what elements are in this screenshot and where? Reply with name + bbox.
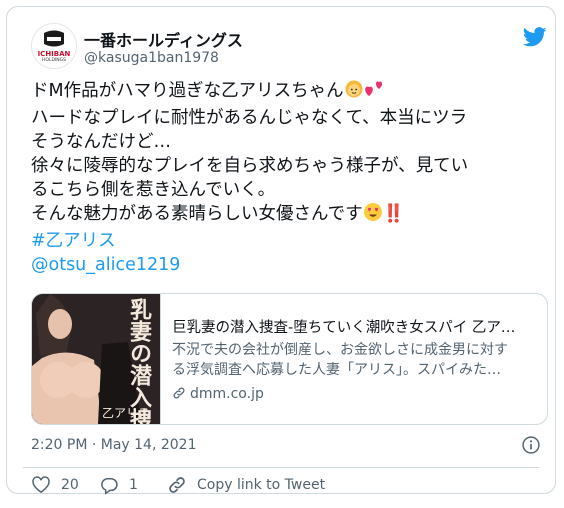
- author-display-name[interactable]: 一番ホールディングス: [84, 27, 243, 51]
- reply-button[interactable]: 1: [99, 473, 138, 497]
- link-preview-thumbnail[interactable]: 乳妻の潜入捜 乙アリス: [32, 294, 161, 424]
- blonde-person-emoji-icon: [344, 79, 364, 106]
- reply-count: 1: [129, 477, 138, 493]
- tweet-line-6-text: そんな魅力がある素晴らしい女優さんです: [31, 204, 363, 224]
- avatar[interactable]: ICHIBAN HOLDINGS: [31, 23, 77, 69]
- info-icon[interactable]: [521, 435, 541, 455]
- like-button[interactable]: 20: [31, 473, 79, 497]
- like-count: 20: [61, 477, 79, 493]
- double-exclamation-emoji: ‼️: [382, 204, 405, 224]
- tweet-line-1: ドM作品がハマり過ぎな乙アリスちゃん: [31, 79, 551, 106]
- tweet-timestamp[interactable]: 2:20 PM · May 14, 2021: [31, 437, 197, 453]
- tweet-line-2: ハードなプレイに耐性があるんじゃなくて、本当にツラ: [31, 108, 468, 128]
- link-preview-domain[interactable]: dmm.co.jp: [172, 386, 264, 402]
- divider: [23, 467, 539, 468]
- link-preview-description: 不況で夫の会社が倒産し、お金欲しさに成金男に対す る浮気調査へ応募した人妻「アリ…: [172, 340, 538, 380]
- tweet-line-3: そうなんだけど…: [31, 132, 171, 152]
- link-preview-card[interactable]: 乳妻の潜入捜 乙アリス 巨乳妻の潜入捜査-堕ちていく潮吹き女スパイ 乙ア… 不況…: [31, 293, 548, 425]
- link-preview-title[interactable]: 巨乳妻の潜入捜査-堕ちていく潮吹き女スパイ 乙ア…: [172, 316, 538, 337]
- copy-link-label: Copy link to Tweet: [197, 477, 326, 493]
- link-preview-description-line-2: る浮気調査へ応募した人妻「アリス」。スパイみた…: [172, 362, 501, 378]
- tweet-line-4: 徐々に陵辱的なプレイを自ら求めちゃう様子が、見てい: [31, 156, 469, 176]
- hashtag-link[interactable]: #乙アリス: [31, 229, 551, 253]
- avatar-text-bottom: HOLDINGS: [42, 58, 66, 63]
- tweet-line-5: るこちら側を惹き込んでいく。: [31, 180, 276, 200]
- tweet-text: ドM作品がハマり過ぎな乙アリスちゃん ハードなプレイに耐性があるんじゃなくて、本…: [31, 79, 551, 277]
- thumbnail-caption-text: 乙アリス: [102, 406, 151, 420]
- tweet-line-1-text: ドM作品がハマり過ぎな乙アリスちゃん: [31, 81, 344, 101]
- link-preview-description-line-1: 不況で夫の会社が倒産し、お金欲しさに成金男に対す: [172, 342, 508, 358]
- avatar-text-top: ICHIBAN: [37, 50, 71, 58]
- tweet-card[interactable]: ICHIBAN HOLDINGS 一番ホールディングス @kasuga1ban1…: [6, 6, 556, 497]
- tweet-line-6: そんな魅力がある素晴らしい女優さんです ‼️: [31, 202, 551, 229]
- link-icon: [169, 477, 185, 493]
- heart-icon: [32, 476, 50, 494]
- reply-bubble-icon: [101, 478, 118, 495]
- mention-link[interactable]: @otsu_alice1219: [31, 253, 551, 277]
- two-hearts-emoji-icon: [364, 79, 386, 106]
- link-icon: [173, 387, 185, 399]
- heart-eyes-emoji-icon: [363, 202, 383, 229]
- link-preview-domain-text: dmm.co.jp: [190, 386, 264, 402]
- twitter-bird-icon[interactable]: [523, 27, 547, 47]
- author-handle[interactable]: @kasuga1ban1978: [84, 50, 219, 66]
- copy-link-button[interactable]: Copy link to Tweet: [167, 473, 325, 497]
